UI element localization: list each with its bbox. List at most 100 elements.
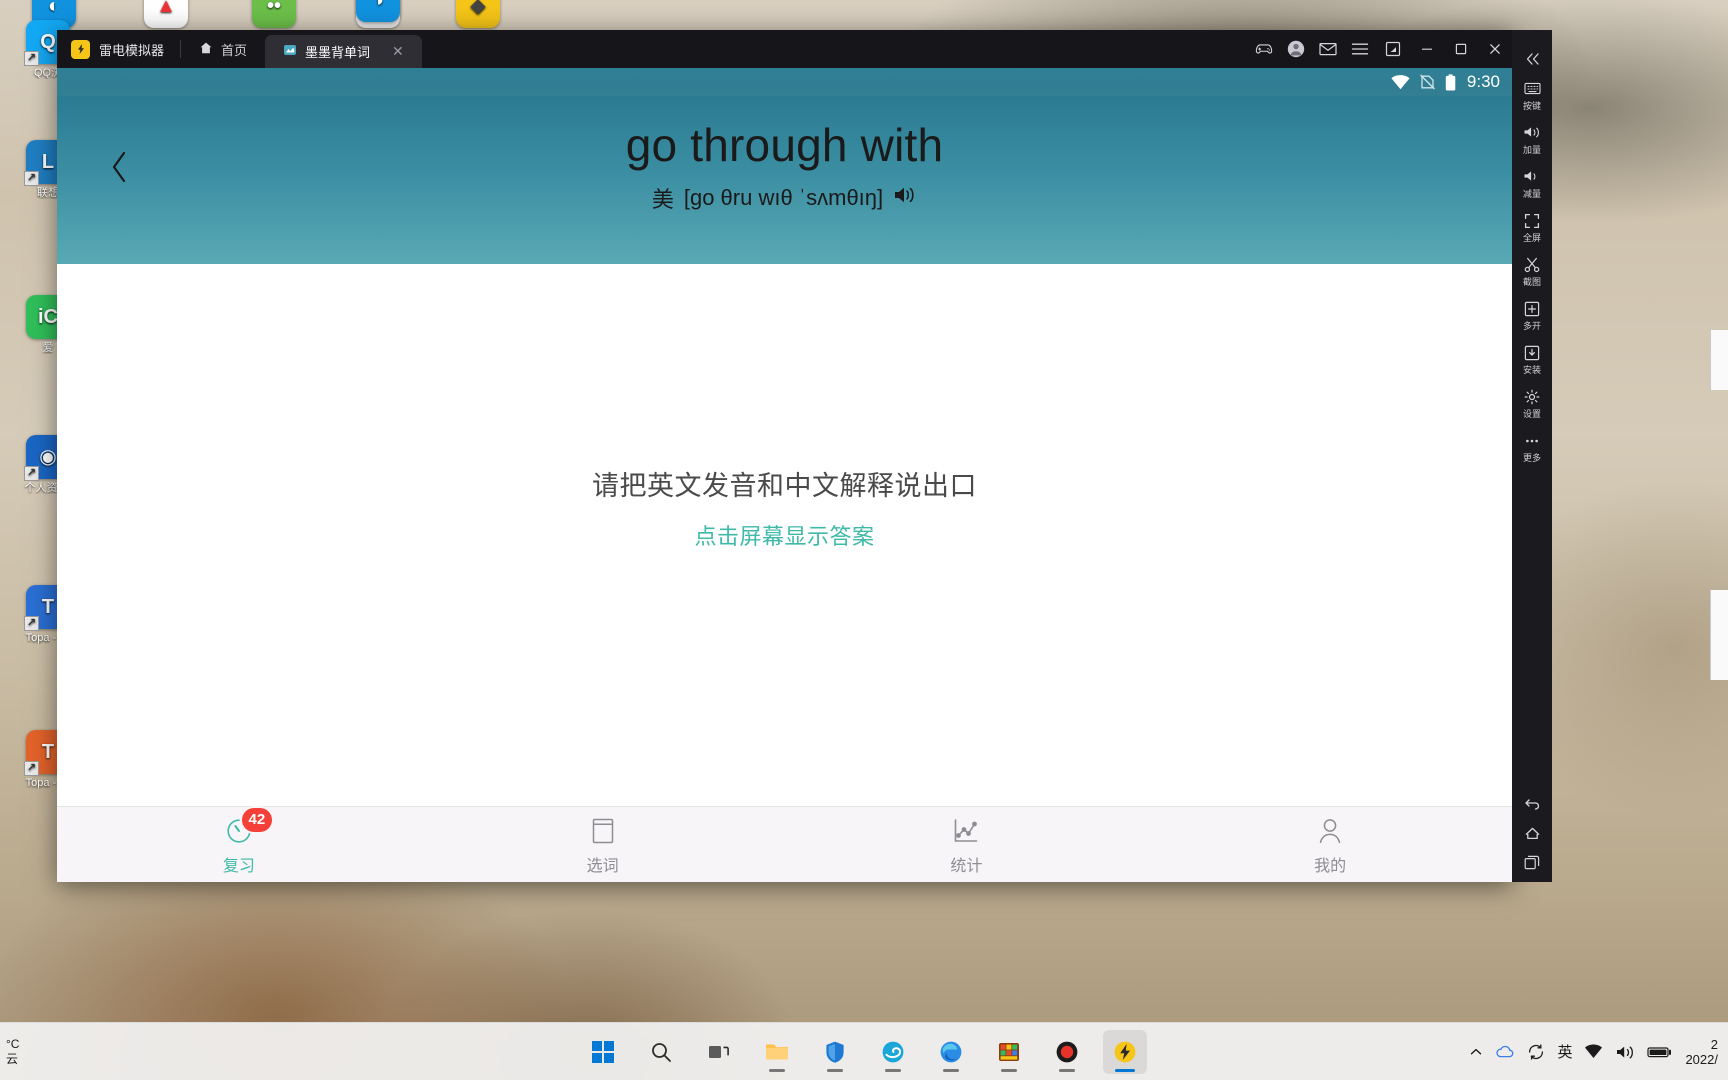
sidebar-label: 安装 xyxy=(1522,365,1541,375)
nav-item-select-words[interactable]: 选词 xyxy=(421,807,785,882)
prompt-main-text: 请把英文发音和中文解释说出口 xyxy=(592,471,977,501)
word-header: go through with 美 [go θru wıθ ˈsʌmθıŋ] xyxy=(57,96,1512,264)
review-badge: 42 xyxy=(241,807,272,832)
menu-icon[interactable] xyxy=(1344,30,1376,68)
nav-item-stats[interactable]: 统计 xyxy=(785,807,1149,882)
resize-icon[interactable] xyxy=(1376,30,1410,68)
sidebar-item-more[interactable]: 更多 xyxy=(1512,426,1552,468)
chart-icon xyxy=(947,814,985,848)
desktop-icon-top-3[interactable]: •• xyxy=(248,0,300,31)
file-explorer-button[interactable] xyxy=(755,1030,799,1074)
desktop-icon-top-6[interactable]: ◆ xyxy=(452,0,504,31)
answer-card[interactable]: 请把英文发音和中文解释说出口 点击屏幕显示答案 xyxy=(57,264,1512,834)
android-recents-icon xyxy=(1523,853,1542,872)
bottom-navigation: 42 复习 选词 统计 我的 xyxy=(57,806,1512,882)
sidebar-item-settings[interactable]: 设置 xyxy=(1512,382,1552,424)
ldplayer-sidebar: 按键 加量 减量 全屏 截图 多开 安装 设置 更多 xyxy=(1512,30,1552,882)
wifi-icon[interactable] xyxy=(1584,1044,1603,1059)
weather-widget[interactable]: °C 云 xyxy=(6,1037,19,1067)
taskbar-buttons xyxy=(581,1029,1147,1074)
gamepad-icon[interactable] xyxy=(1248,30,1280,68)
multi-instance-icon xyxy=(1523,299,1542,318)
messenger-icon: •• xyxy=(252,0,296,28)
reveal-answer-hint[interactable]: 点击屏幕显示答案 xyxy=(57,519,1512,551)
yellow-app-icon: ◆ xyxy=(456,0,500,28)
edge-window-peek-2[interactable] xyxy=(1710,590,1728,680)
back-button[interactable] xyxy=(99,148,141,190)
sidebar-item-screenshot[interactable]: 截图 xyxy=(1512,250,1552,292)
browser-button[interactable] xyxy=(871,1030,915,1074)
phonetic-text: [go θru wıθ ˈsʌmθıŋ] xyxy=(683,185,884,210)
sidebar-item-multi-instance[interactable]: 多开 xyxy=(1512,294,1552,336)
keyboard-icon xyxy=(1523,79,1542,98)
desktop-icon-top-5[interactable]: ◑ xyxy=(352,0,404,25)
ime-indicator[interactable]: 英 xyxy=(1557,1041,1572,1062)
app-icon xyxy=(283,43,297,60)
sidebar-item-volume-up[interactable]: 加量 xyxy=(1512,118,1552,160)
edge-button[interactable] xyxy=(929,1030,973,1074)
collapse-sidebar-icon xyxy=(1523,49,1542,68)
phonetic-row[interactable]: 美 [go θru wıθ ˈsʌmθıŋ] xyxy=(57,182,1512,214)
taskbar-clock[interactable]: 2 2022/ xyxy=(1685,1037,1718,1067)
nav-item-review[interactable]: 42 复习 xyxy=(57,807,421,882)
tab-app-momo[interactable]: 墨墨背单词 ✕ xyxy=(265,35,422,68)
clock-date: 2022/ xyxy=(1685,1051,1718,1067)
volume-down-icon xyxy=(1523,167,1542,186)
android-statusbar: 9:30 xyxy=(57,68,1512,96)
ldplayer-window: 雷电模拟器 首页 墨墨背单词 ✕ 9:30 go through with 美 … xyxy=(57,30,1512,882)
maximize-icon[interactable] xyxy=(1444,30,1478,68)
winrar-button[interactable] xyxy=(987,1030,1031,1074)
desktop-icon-top-2[interactable]: ▲ xyxy=(140,0,192,31)
word-title: go through with xyxy=(625,119,944,171)
android-back-button[interactable] xyxy=(1512,788,1552,816)
clock-review-icon: 42 xyxy=(220,807,272,848)
show-hidden-icons[interactable] xyxy=(1469,1045,1483,1059)
close-icon[interactable]: ✕ xyxy=(378,43,404,60)
nav-label: 统计 xyxy=(950,857,983,875)
shortcut-arrow-icon: ↗ xyxy=(24,761,39,776)
no-sim-icon xyxy=(1419,74,1436,90)
search-button[interactable] xyxy=(639,1030,683,1074)
sidebar-item-install[interactable]: 安装 xyxy=(1512,338,1552,380)
start-button[interactable] xyxy=(581,1030,625,1074)
sidebar-label: 加量 xyxy=(1522,145,1541,155)
task-view-button[interactable] xyxy=(697,1030,741,1074)
accent-label: 美 xyxy=(651,187,674,212)
sidebar-collapse[interactable] xyxy=(1512,44,1552,72)
recorder-button[interactable] xyxy=(1045,1030,1089,1074)
sidebar-label: 按键 xyxy=(1522,101,1541,111)
sidebar-label: 减量 xyxy=(1522,189,1541,199)
edge-window-peek-1[interactable] xyxy=(1710,330,1728,390)
nav-label: 选词 xyxy=(586,857,619,875)
sidebar-item-keymap[interactable]: 按键 xyxy=(1512,74,1552,116)
security-app-button[interactable] xyxy=(813,1030,857,1074)
weather-temp: °C xyxy=(6,1036,20,1051)
sidebar-label: 设置 xyxy=(1522,409,1541,419)
tab-home[interactable]: 首页 xyxy=(181,30,265,68)
mail-icon[interactable] xyxy=(1312,30,1344,68)
cloud-icon[interactable] xyxy=(1495,1045,1515,1059)
sidebar-item-volume-down[interactable]: 减量 xyxy=(1512,162,1552,204)
ldplayer-taskbar-button[interactable] xyxy=(1103,1029,1147,1074)
sidebar-label: 全屏 xyxy=(1522,233,1541,243)
android-recents-button[interactable] xyxy=(1512,848,1552,876)
windows-taskbar: °C 云 英 2 2022/ xyxy=(0,1022,1728,1080)
prompt-block: 请把英文发音和中文解释说出口 点击屏幕显示答案 xyxy=(57,464,1512,551)
close-icon[interactable] xyxy=(1478,30,1512,68)
nav-item-mine[interactable]: 我的 xyxy=(1148,807,1512,882)
account-icon[interactable] xyxy=(1280,30,1312,68)
person-icon xyxy=(1311,814,1349,848)
battery-icon[interactable] xyxy=(1647,1045,1673,1059)
volume-icon[interactable] xyxy=(1615,1044,1635,1060)
speaker-icon[interactable] xyxy=(893,185,917,211)
ldplayer-titlebar[interactable]: 雷电模拟器 首页 墨墨背单词 ✕ xyxy=(57,30,1512,68)
shortcut-arrow-icon: ↗ xyxy=(24,51,39,66)
android-home-button[interactable] xyxy=(1512,818,1552,846)
minimize-icon[interactable] xyxy=(1410,30,1444,68)
system-tray: 英 2 2022/ xyxy=(1469,1037,1718,1067)
ldplayer-window-controls xyxy=(1248,30,1512,68)
sidebar-item-fullscreen[interactable]: 全屏 xyxy=(1512,206,1552,248)
sidebar-label: 截图 xyxy=(1522,277,1541,287)
volume-up-icon xyxy=(1523,123,1542,142)
sync-icon[interactable] xyxy=(1527,1043,1545,1060)
